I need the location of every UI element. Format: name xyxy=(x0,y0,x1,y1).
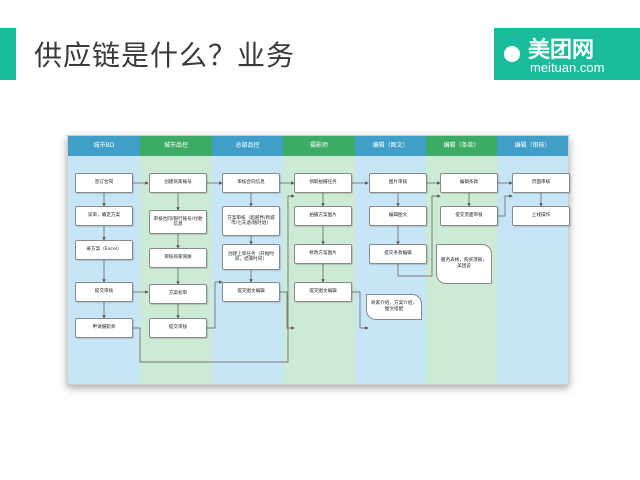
logo-sub-text: meituan.com xyxy=(530,60,605,75)
step-plan-first-review: 方案初审 xyxy=(149,284,207,304)
step-claim-photo-task: 领取拍摄任务 xyxy=(294,173,352,193)
step-photo-submit-editing: 提交图文编辑 xyxy=(294,282,352,302)
logo-dot-icon xyxy=(504,46,520,62)
step-edit-terms: 编辑条款 xyxy=(440,173,498,193)
step-page-review: 页面审核 xyxy=(512,173,570,193)
step-negotiate-plan: 谈单，确定方案 xyxy=(75,206,133,226)
note-image-content: 商家介绍，方案介绍，图文搭配 xyxy=(366,294,422,320)
step-create-listing-task: 创建上单任务（开始时间，结束时间） xyxy=(222,244,280,270)
step-image-review: 图片审核 xyxy=(369,173,427,193)
step-plan-review: 方案审核（超越界/跨城市/七天退/随时退） xyxy=(222,206,280,236)
step-sign-contract: 签订合同 xyxy=(75,173,133,193)
step-edit-image-text: 编辑图文 xyxy=(369,206,427,226)
step-hq-submit-editing: 提交图文编辑 xyxy=(222,282,280,302)
step-enter-plan: 录方案（Excel） xyxy=(75,240,133,260)
step-review-qualification: 审核商家资质 xyxy=(149,248,207,268)
step-go-live: 上线操作 xyxy=(512,206,570,226)
meituan-logo: 美团网 meituan.com xyxy=(494,28,640,80)
step-submit-page-review: 提交页面审核 xyxy=(440,206,498,226)
step-cityqc-submit-review: 提交审核 xyxy=(149,318,207,338)
workflow-diagram: 城市BD 城市品控 总部品控 摄影师 编辑（图文） 编辑（条款） 编辑（审核） xyxy=(67,135,570,385)
step-submit-terms-editing: 提交条款编辑 xyxy=(369,244,427,264)
step-review-contract-bank: 审核合同/银行账号/付款信息 xyxy=(149,210,207,234)
title-accent-bar xyxy=(0,28,16,80)
step-create-merchant-account: 创建商家账号 xyxy=(149,173,207,193)
step-review-contract-info: 审核合同信息 xyxy=(222,173,280,193)
slide-title: 供应链是什么？业务 xyxy=(34,39,296,72)
step-apply-photographer: 申请摄影师 xyxy=(75,318,133,338)
note-terms-content: 服务表格，购买须知，美团说 xyxy=(436,244,492,284)
step-edit-plan-images: 修改方案图片 xyxy=(294,244,352,264)
step-shoot-plan-images: 拍摄方案图片 xyxy=(294,206,352,226)
step-bd-submit-review: 提交审核 xyxy=(75,282,133,302)
